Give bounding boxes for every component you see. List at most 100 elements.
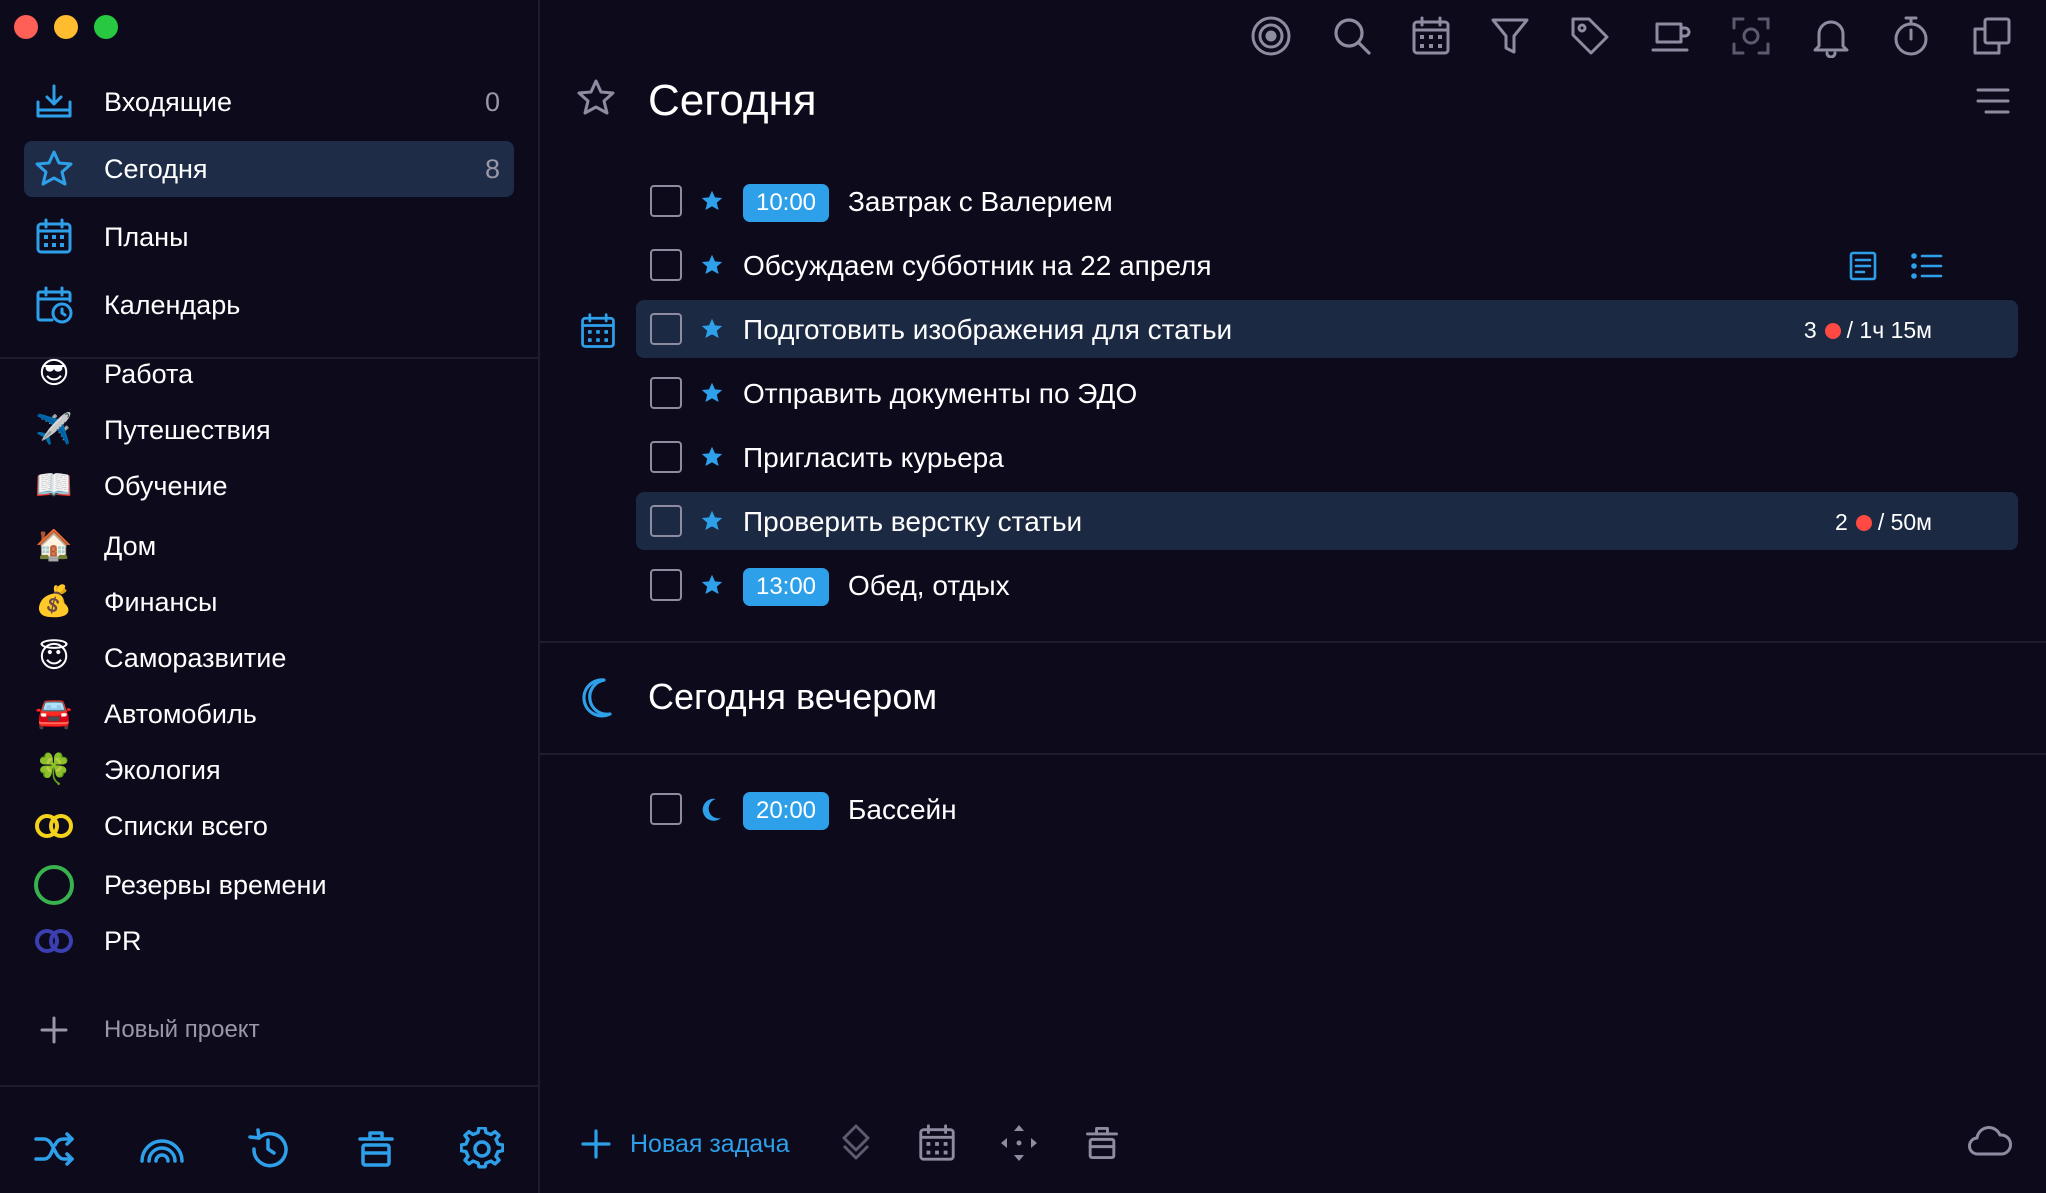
nav-inbox-count: 0	[484, 86, 500, 117]
checklist-icon[interactable]	[1911, 251, 1943, 281]
bell-icon[interactable]	[1809, 14, 1853, 58]
task-row[interactable]: 10:00 Завтрак с Валерием	[636, 172, 2018, 230]
cloud-icon[interactable]	[1968, 1124, 2012, 1160]
trash-icon[interactable]	[1082, 1122, 1122, 1164]
calendar-marker-icon[interactable]	[578, 311, 618, 351]
window-minimize-button[interactable]	[54, 15, 78, 39]
task-checkbox[interactable]	[650, 185, 682, 217]
car-icon: 🚘	[35, 697, 73, 730]
calendar-clock-icon	[34, 285, 74, 325]
time-badge: 20:00	[743, 792, 829, 830]
copy-icon[interactable]	[1970, 14, 2014, 58]
task-row[interactable]: Отправить документы по ЭДО	[636, 364, 2018, 422]
task-checkbox[interactable]	[650, 793, 682, 825]
time-badge: 13:00	[743, 568, 829, 606]
project-label: Обучение	[104, 470, 228, 501]
task-row[interactable]: Обсуждаем субботник на 22 апреля	[636, 236, 2018, 294]
project-home[interactable]: 🏠 Дом	[24, 522, 514, 570]
move-icon[interactable]	[838, 1124, 874, 1164]
filter-icon[interactable]	[1488, 14, 1532, 58]
calendar-icon[interactable]	[916, 1122, 958, 1164]
project-label: Дом	[104, 530, 157, 561]
history-icon[interactable]	[246, 1127, 290, 1171]
task-meta: 3 / 1ч 15м	[1804, 317, 1932, 344]
menu-icon[interactable]	[1974, 84, 2012, 118]
screenshot-icon[interactable]	[1729, 14, 1773, 58]
clover-icon: 🍀	[35, 753, 73, 786]
nav-inbox[interactable]: Входящие 0	[24, 74, 514, 130]
project-self-development[interactable]: 😇 Саморазвитие	[24, 634, 514, 682]
task-checkbox[interactable]	[650, 249, 682, 281]
airplane-icon: ✈️	[35, 413, 73, 446]
tag-icon[interactable]	[1568, 14, 1612, 58]
money-bag-icon: 💰	[35, 585, 73, 618]
nav-today[interactable]: Сегодня 8	[24, 141, 514, 197]
task-row[interactable]: 20:00 Бассейн	[636, 780, 2018, 838]
star-small-icon	[700, 509, 724, 533]
project-label: Экология	[104, 754, 221, 785]
star-small-icon	[700, 189, 724, 213]
new-task-button[interactable]: Новая задача	[578, 1126, 878, 1162]
project-label: Резервы времени	[104, 869, 327, 900]
cool-face-icon: 😎	[38, 357, 70, 390]
task-checkbox[interactable]	[650, 313, 682, 345]
section-divider	[540, 753, 2046, 755]
star-small-icon	[700, 317, 724, 341]
pomodoro-dot-icon	[1855, 514, 1872, 531]
task-row[interactable]: Проверить верстку статьи 2 / 50м	[636, 492, 2018, 550]
inbox-icon	[34, 82, 74, 122]
plus-icon	[34, 1010, 74, 1050]
nav-today-count: 8	[484, 153, 500, 184]
note-icon[interactable]	[1848, 251, 1878, 281]
project-car[interactable]: 🚘 Автомобиль	[24, 690, 514, 738]
moon-icon	[578, 676, 614, 720]
green-ring-icon	[34, 865, 74, 905]
project-finance[interactable]: 💰 Финансы	[24, 578, 514, 626]
trash-icon[interactable]	[354, 1127, 398, 1171]
project-lists[interactable]: Списки всего	[24, 802, 514, 850]
new-project-button[interactable]: Новый проект	[24, 1006, 514, 1054]
coffee-icon[interactable]	[1649, 14, 1693, 58]
time-estimate: / 1ч 15м	[1846, 317, 1932, 343]
calendar-icon[interactable]	[1409, 14, 1453, 58]
window-close-button[interactable]	[14, 15, 38, 39]
task-title: Обсуждаем субботник на 22 апреля	[743, 250, 1212, 281]
pomodoro-dot-icon	[1824, 322, 1841, 339]
section-title-evening: Сегодня вечером	[648, 676, 938, 717]
project-work[interactable]: 😎 Работа	[24, 350, 514, 398]
star-small-icon	[700, 573, 724, 597]
task-row[interactable]: Подготовить изображения для статьи 3 / 1…	[636, 300, 2018, 358]
project-ecology[interactable]: 🍀 Экология	[24, 746, 514, 794]
project-learning[interactable]: 📖 Обучение	[24, 462, 514, 510]
rainbow-icon[interactable]	[138, 1127, 186, 1171]
star-icon	[34, 149, 74, 189]
project-time-reserves[interactable]: Резервы времени	[24, 861, 514, 909]
star-small-icon	[700, 381, 724, 405]
plus-icon	[580, 1128, 612, 1160]
search-icon[interactable]	[1330, 14, 1374, 58]
task-checkbox[interactable]	[650, 441, 682, 473]
settings-icon[interactable]	[460, 1127, 504, 1171]
calendar-grid-icon	[34, 217, 74, 257]
nav-plans[interactable]: Планы	[24, 209, 514, 265]
stopwatch-icon[interactable]	[1889, 14, 1933, 58]
task-checkbox[interactable]	[650, 505, 682, 537]
task-title: Подготовить изображения для статьи	[743, 314, 1233, 345]
task-row[interactable]: 13:00 Обед, отдых	[636, 556, 2018, 614]
window-zoom-button[interactable]	[94, 15, 118, 39]
nav-calendar[interactable]: Календарь	[24, 277, 514, 333]
task-meta: 2 / 50м	[1835, 509, 1932, 536]
project-travel[interactable]: ✈️ Путешествия	[24, 406, 514, 454]
project-pr[interactable]: PR	[24, 917, 514, 965]
nav-plans-label: Планы	[104, 221, 189, 252]
task-checkbox[interactable]	[650, 569, 682, 601]
project-label: Работа	[104, 358, 194, 389]
focus-icon[interactable]	[1249, 14, 1293, 58]
arrows-icon[interactable]	[998, 1122, 1040, 1164]
nav-inbox-label: Входящие	[104, 86, 233, 117]
project-label: Путешествия	[104, 414, 271, 445]
task-row[interactable]: Пригласить курьера	[636, 428, 2018, 486]
time-badge: 10:00	[743, 184, 829, 222]
shuffle-icon[interactable]	[32, 1127, 76, 1171]
task-checkbox[interactable]	[650, 377, 682, 409]
